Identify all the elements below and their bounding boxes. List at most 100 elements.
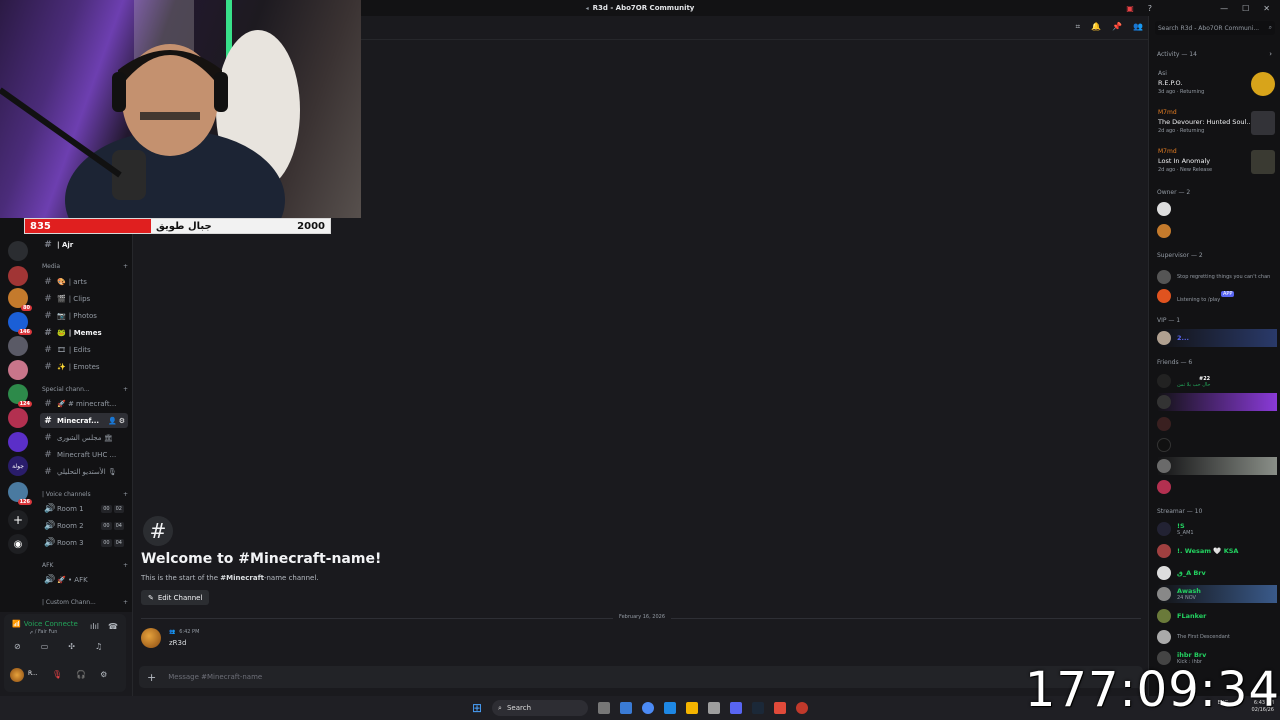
minimize-button[interactable]: — [1220, 4, 1228, 13]
members-icon[interactable]: 👥 [1133, 22, 1143, 32]
activity-card-3[interactable]: M7md Lost In Anomaly 2d ago · New Releas… [1155, 146, 1277, 180]
member-streamar-5[interactable]: FLanker [1157, 607, 1277, 625]
collapse-icon[interactable]: › [1269, 50, 1272, 58]
server-icon-4[interactable]: 146 [8, 312, 32, 335]
file-explorer-icon[interactable] [686, 702, 699, 714]
windows-start-icon[interactable]: ⊞ [472, 701, 482, 715]
member-friend-2[interactable] [1157, 393, 1277, 411]
voice-room-2[interactable]: 🔊 Room 2 00 04 [40, 518, 128, 533]
help-icon[interactable]: ? [1148, 4, 1152, 13]
member-owner-2[interactable] [1157, 222, 1277, 240]
server-icon-11[interactable]: 126 [8, 482, 32, 505]
bell-icon[interactable]: 🔔 [1091, 22, 1101, 32]
server-icon-1[interactable] [8, 241, 28, 261]
channel-minecraft-name[interactable]: # Minecraf... 👤 ⚙ [40, 413, 128, 428]
message-avatar[interactable] [141, 628, 161, 648]
activity-card-2[interactable]: M7md The Devourer: Hunted Soul... 2d ago… [1155, 107, 1277, 141]
server-icon-7[interactable]: 124 [8, 384, 32, 407]
channel-clips[interactable]: # 🎬 | Clips [40, 291, 128, 306]
add-channel-icon[interactable]: + [123, 599, 128, 606]
attach-plus-icon[interactable]: + [147, 671, 156, 684]
member-owner-1[interactable] [1157, 200, 1277, 218]
add-channel-icon[interactable]: + [123, 491, 128, 498]
activity-icon[interactable]: ✣ [68, 642, 75, 651]
user-avatar[interactable] [10, 668, 24, 682]
channel-minecraft-1[interactable]: # 🚀 # minecraft... [40, 396, 128, 411]
maximize-button[interactable]: ☐ [1242, 4, 1249, 13]
channel-memes[interactable]: # 🐸 | Memes [40, 325, 128, 340]
server-icon-5[interactable] [8, 336, 28, 356]
member-streamar-3[interactable]: ق_A Brv [1157, 564, 1277, 582]
group-title-vip: VIP — 1 [1157, 317, 1181, 324]
camera-off-icon[interactable]: ⊘ [14, 642, 21, 651]
soundboard-icon[interactable]: ♫ [95, 642, 102, 651]
chrome-icon[interactable] [642, 702, 655, 714]
category-voice[interactable]: | Voice channels + [42, 491, 128, 498]
category-custom[interactable]: | Custom Chann... + [42, 599, 128, 606]
server-icon-8[interactable] [8, 408, 28, 428]
threads-icon[interactable]: ⌗ [1076, 22, 1081, 32]
discover-icon[interactable]: ◉ [8, 534, 28, 554]
channel-minecraft-uhc[interactable]: # Minecraft UHC ... [40, 447, 128, 462]
channel-shura[interactable]: # مجلس الشورى 🏛 [40, 430, 128, 445]
member-friend-4[interactable] [1157, 436, 1277, 454]
category-special[interactable]: Special chann... + [42, 386, 128, 393]
voice-afk[interactable]: 🔊 🚀 • AFK [40, 572, 128, 587]
screen-share-icon[interactable]: ▭ [41, 642, 49, 651]
member-vip-1[interactable]: 2... [1157, 329, 1277, 347]
member-friend-6[interactable] [1157, 478, 1277, 496]
steam-icon[interactable] [752, 702, 765, 714]
add-channel-icon[interactable]: + [123, 386, 128, 393]
channel-emotes[interactable]: # ✨ | Emotes [40, 359, 128, 374]
voice-room-1[interactable]: 🔊 Room 1 00 02 [40, 501, 128, 516]
member-streamar-4[interactable]: Awash 24 NOV [1157, 585, 1277, 603]
add-server-icon[interactable]: + [8, 510, 28, 530]
invite-icon[interactable]: 👤 [108, 417, 117, 425]
activity-card-1[interactable]: Asi R.E.P.O. 3d ago · Returning [1155, 68, 1277, 102]
member-supervisor-1[interactable]: Stop regretting things you can't chan [1157, 268, 1277, 286]
add-channel-icon[interactable]: + [123, 562, 128, 569]
add-channel-icon[interactable]: + [123, 263, 128, 270]
member-friend-1[interactable]: #22 حال حب بلا ثمن [1157, 372, 1277, 390]
category-afk[interactable]: AFK + [42, 562, 128, 569]
store-icon[interactable] [708, 702, 721, 714]
widgets-icon[interactable] [620, 702, 633, 714]
member-friend-3[interactable] [1157, 415, 1277, 433]
app-icon[interactable] [774, 702, 787, 714]
message-composer[interactable]: + Message #Minecraft-name [139, 666, 1143, 688]
obs-icon[interactable] [796, 702, 809, 714]
composer-placeholder[interactable]: Message #Minecraft-name [168, 673, 262, 681]
server-icon-6[interactable] [8, 360, 28, 380]
deafen-icon[interactable]: 🎧 [76, 670, 86, 679]
settings-icon[interactable]: ⚙ [119, 417, 125, 425]
voice-room-3[interactable]: 🔊 Room 3 00 04 [40, 535, 128, 550]
edit-channel-button[interactable]: ✎ Edit Channel [141, 590, 210, 605]
pin-icon[interactable]: 📌 [1112, 22, 1122, 32]
server-icon-3[interactable]: 80 [8, 288, 32, 311]
server-icon-10[interactable]: جولة [8, 456, 28, 476]
edge-icon[interactable] [664, 702, 677, 714]
server-icon-9[interactable] [8, 432, 28, 452]
category-media[interactable]: Media + [42, 263, 128, 270]
search-input[interactable]: Search R3d - Abo7OR Communi... ⌕ [1155, 21, 1275, 35]
channel-studio[interactable]: # الأستديو التحليلي 🎙 [40, 464, 128, 479]
member-supervisor-2[interactable]: APP Listening to /play [1157, 287, 1277, 305]
task-view-icon[interactable] [598, 702, 611, 714]
discord-icon[interactable] [730, 702, 743, 714]
channel-edits[interactable]: # 🎞 | Edits [40, 342, 128, 357]
member-friend-5[interactable] [1157, 457, 1277, 475]
user-settings-icon[interactable]: ⚙ [100, 670, 107, 679]
member-streamar-6[interactable]: The First Descendant [1157, 628, 1277, 646]
member-streamar-1[interactable]: !S S_AM1 [1157, 520, 1277, 538]
channel-ajr[interactable]: # | Ajr [40, 237, 128, 252]
server-icon-2[interactable] [8, 266, 28, 286]
inbox-icon[interactable]: ▣ [1126, 4, 1134, 13]
taskbar-search[interactable]: ⌕ Search [492, 700, 589, 716]
mute-icon[interactable]: 🎙 [52, 670, 62, 679]
member-streamar-2[interactable]: !. Wesam 🤍 KSA [1157, 542, 1277, 560]
channel-arts[interactable]: # 🎨 | arts [40, 274, 128, 289]
disconnect-icon[interactable]: ☎ [108, 622, 118, 631]
voice-waveform-icon[interactable]: ıIıl [90, 622, 99, 631]
close-button[interactable]: ✕ [1263, 4, 1270, 13]
channel-photos[interactable]: # 📷 | Photos [40, 308, 128, 323]
